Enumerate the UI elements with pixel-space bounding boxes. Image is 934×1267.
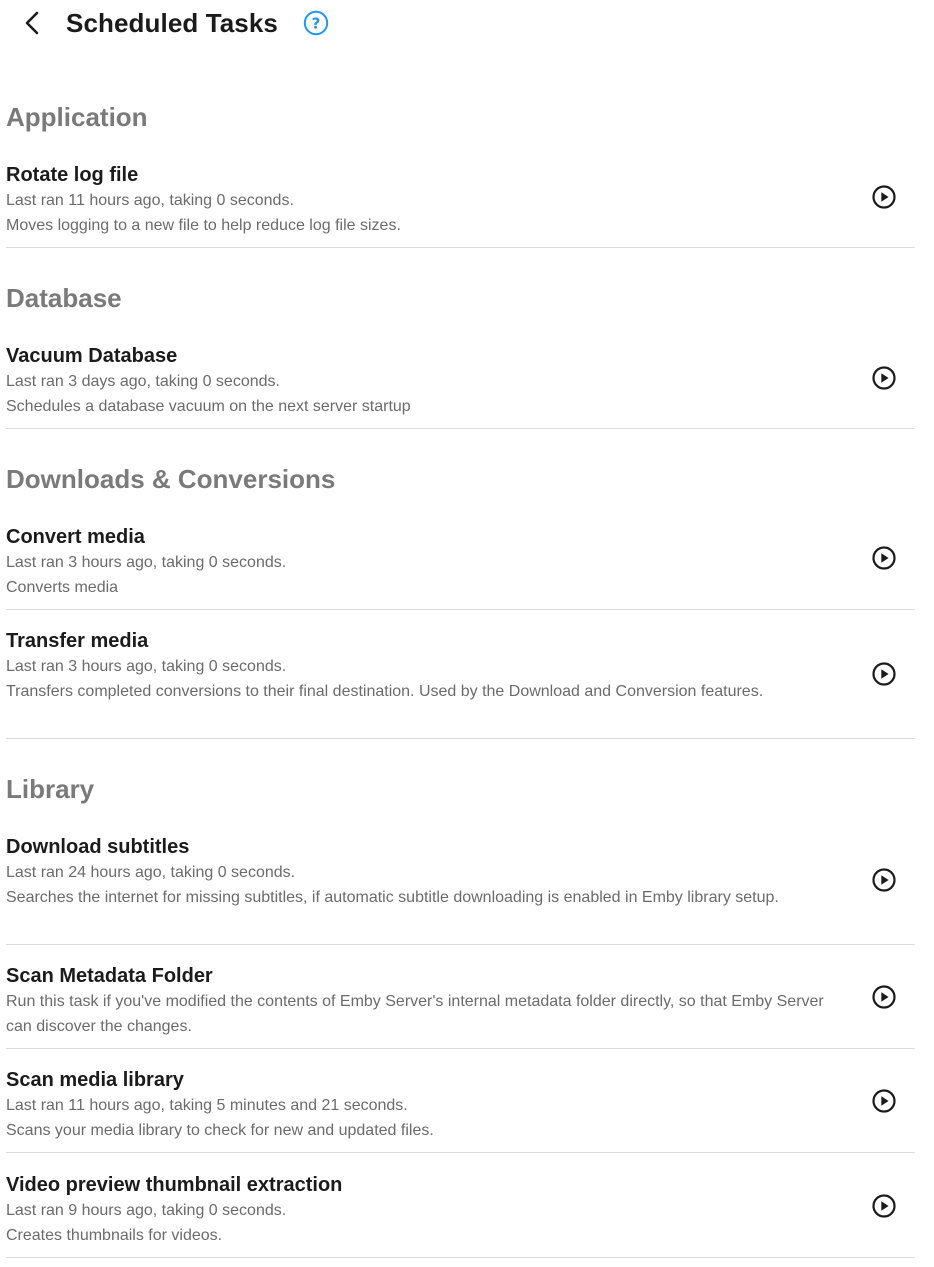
task-item-video-preview-thumbnail-extraction: Video preview thumbnail extraction Last … (6, 1172, 915, 1258)
play-circle-icon[interactable] (871, 867, 897, 893)
task-last-run: Last ran 11 hours ago, taking 0 seconds. (6, 192, 294, 209)
task-last-run: Last ran 11 hours ago, taking 5 minutes … (6, 1097, 408, 1114)
section-title-database: Database (6, 283, 122, 313)
play-circle-icon[interactable] (871, 1088, 897, 1114)
task-item-download-subtitles: Download subtitles Last ran 24 hours ago… (6, 834, 915, 945)
play-circle-icon[interactable] (871, 545, 897, 571)
play-circle-icon[interactable] (871, 661, 897, 687)
task-details: Run this task if you've modified the con… (6, 989, 826, 1039)
task-description: Creates thumbnails for videos. (6, 1227, 223, 1244)
play-circle-icon[interactable] (871, 184, 897, 210)
help-button[interactable]: ? (302, 9, 330, 37)
task-details: Last ran 3 hours ago, taking 0 seconds. … (6, 654, 826, 704)
task-item-vacuum-database: Vacuum Database Last ran 3 days ago, tak… (6, 343, 915, 429)
page-title: Scheduled Tasks (66, 8, 278, 38)
task-details: Last ran 9 hours ago, taking 0 seconds. … (6, 1198, 826, 1248)
task-details: Last ran 3 hours ago, taking 0 seconds. … (6, 550, 826, 600)
task-description: Searches the internet for missing subtit… (6, 889, 779, 906)
task-description: Scans your media library to check for ne… (6, 1122, 434, 1139)
play-circle-icon[interactable] (871, 1193, 897, 1219)
task-last-run: Last ran 3 hours ago, taking 0 seconds. (6, 554, 287, 571)
task-description: Schedules a database vacuum on the next … (6, 398, 411, 415)
task-name: Vacuum Database (6, 345, 178, 367)
back-button[interactable] (18, 8, 46, 38)
task-details: Last ran 11 hours ago, taking 0 seconds.… (6, 188, 826, 238)
task-description: Converts media (6, 579, 119, 596)
task-description: Run this task if you've modified the con… (6, 993, 824, 1035)
section-title-application: Application (6, 102, 148, 132)
task-name: Video preview thumbnail extraction (6, 1174, 343, 1196)
task-item-transfer-media: Transfer media Last ran 3 hours ago, tak… (6, 628, 915, 739)
task-name: Convert media (6, 526, 145, 548)
chevron-left-icon (25, 11, 39, 35)
task-last-run: Last ran 24 hours ago, taking 0 seconds. (6, 864, 296, 881)
task-details: Last ran 3 days ago, taking 0 seconds. S… (6, 369, 826, 419)
task-name: Scan media library (6, 1069, 184, 1091)
task-item-scan-media-library: Scan media library Last ran 11 hours ago… (6, 1067, 915, 1153)
task-description: Moves logging to a new file to help redu… (6, 217, 401, 234)
task-item-convert-media: Convert media Last ran 3 hours ago, taki… (6, 524, 915, 610)
task-item-rotate-log-file: Rotate log file Last ran 11 hours ago, t… (6, 162, 915, 248)
task-details: Last ran 11 hours ago, taking 5 minutes … (6, 1093, 826, 1143)
task-name: Transfer media (6, 630, 149, 652)
task-last-run: Last ran 3 days ago, taking 0 seconds. (6, 373, 280, 390)
task-name: Rotate log file (6, 164, 139, 186)
task-last-run: Last ran 3 hours ago, taking 0 seconds. (6, 658, 287, 675)
play-circle-icon[interactable] (871, 365, 897, 391)
task-description: Transfers completed conversions to their… (6, 683, 764, 700)
play-circle-icon[interactable] (871, 984, 897, 1010)
task-details: Last ran 24 hours ago, taking 0 seconds.… (6, 860, 826, 910)
task-last-run: Last ran 9 hours ago, taking 0 seconds. (6, 1202, 287, 1219)
svg-text:?: ? (312, 15, 321, 33)
task-item-scan-metadata-folder: Scan Metadata Folder Run this task if yo… (6, 963, 915, 1049)
page-header: Scheduled Tasks ? (0, 0, 934, 46)
section-title-library: Library (6, 774, 95, 804)
task-name: Scan Metadata Folder (6, 965, 213, 987)
task-name: Download subtitles (6, 836, 190, 858)
section-title-downloads-conversions: Downloads & Conversions (6, 464, 336, 494)
help-circle-icon: ? (303, 10, 329, 36)
